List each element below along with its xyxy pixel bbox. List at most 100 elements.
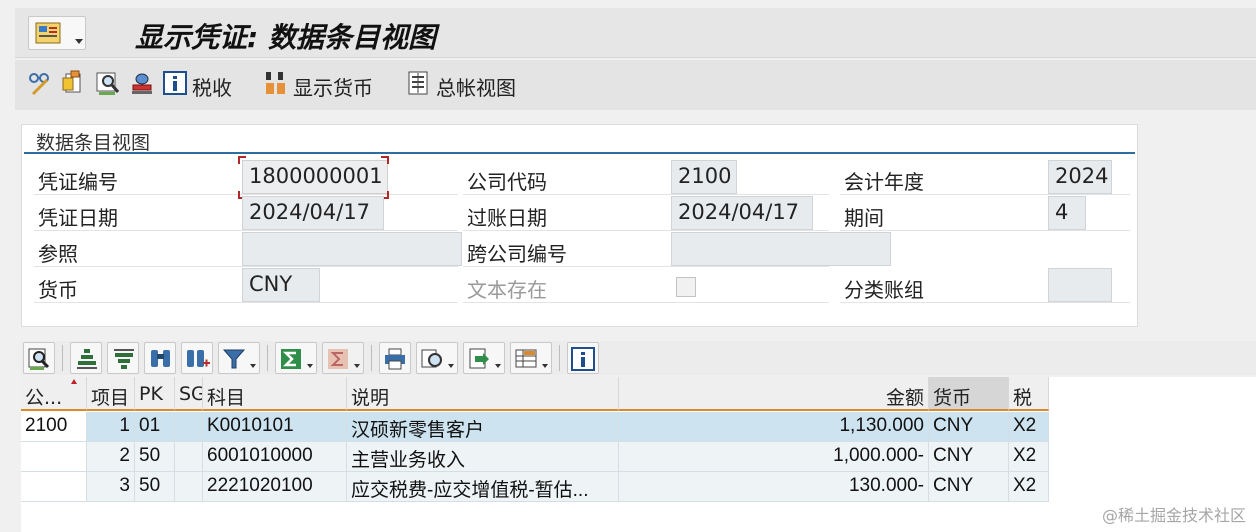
doc-number-field[interactable]: 1800000001 <box>242 160 388 194</box>
column-header-item[interactable]: 项目 <box>87 377 135 411</box>
posting-date-label: 过账日期 <box>467 206 547 230</box>
column-header-company[interactable]: 公... <box>21 377 87 411</box>
sort-descending-icon <box>114 349 134 369</box>
subtotal-icon <box>328 349 348 369</box>
text-exists-checkbox[interactable] <box>676 277 696 297</box>
find-button[interactable] <box>144 342 176 374</box>
cell-tax[interactable]: X2 <box>1009 472 1049 502</box>
chevron-down-icon <box>307 364 313 368</box>
info-icon <box>571 347 595 371</box>
cell-sg[interactable] <box>175 412 203 442</box>
ledger-group-label: 分类账组 <box>844 278 924 302</box>
stamp-icon[interactable] <box>129 68 155 98</box>
separator <box>62 345 63 371</box>
fiscal-year-label: 会计年度 <box>844 170 924 194</box>
display-currency-button[interactable]: 显示货币 <box>293 72 373 101</box>
sort-ascending-icon <box>77 349 97 369</box>
column-header-sg[interactable]: SG <box>175 377 203 411</box>
cell-sg[interactable] <box>175 442 203 472</box>
cross-company-field[interactable] <box>671 232 891 266</box>
cell-currency[interactable]: CNY <box>929 442 1009 472</box>
column-header-currency[interactable]: 货币 <box>929 377 1009 411</box>
cell-description[interactable]: 汉硕新零售客户 <box>347 412 619 442</box>
cell-item[interactable]: 3 <box>87 472 135 502</box>
binoculars-plus-icon <box>187 350 210 367</box>
line-items-grid: 公... 项目 PK SG 科目 说明 金额 货币 税 2100 1 01 K0… <box>21 377 1256 532</box>
system-menu-button[interactable] <box>28 16 86 50</box>
cell-account[interactable]: 2221020100 <box>203 472 347 502</box>
company-code-field[interactable]: 2100 <box>671 160 737 194</box>
cell-description[interactable]: 主营业务收入 <box>347 442 619 472</box>
cell-pk[interactable]: 50 <box>135 442 175 472</box>
ledger-view-button[interactable]: 总帐视图 <box>436 72 516 101</box>
cell-pk[interactable]: 50 <box>135 472 175 502</box>
chevron-down-icon <box>250 364 256 368</box>
cell-amount[interactable]: 1,000.000- <box>619 442 929 472</box>
cell-company[interactable] <box>21 472 87 502</box>
subtotal-button[interactable] <box>322 342 364 374</box>
cell-pk[interactable]: 01 <box>135 412 175 442</box>
column-header-pk[interactable]: PK <box>135 377 175 411</box>
separator <box>559 345 560 371</box>
cell-currency[interactable]: CNY <box>929 472 1009 502</box>
currency-field[interactable]: CNY <box>242 268 320 302</box>
cell-company[interactable]: 2100 <box>21 412 87 442</box>
header-label: 公... <box>25 387 63 409</box>
sort-ascending-button[interactable] <box>70 342 102 374</box>
column-header-amount[interactable]: 金额 <box>619 377 929 411</box>
cell-currency[interactable]: CNY <box>929 412 1009 442</box>
document-icon[interactable] <box>61 68 87 98</box>
find-next-button[interactable] <box>181 342 213 374</box>
layout-button[interactable] <box>510 342 552 374</box>
total-button[interactable] <box>275 342 317 374</box>
cell-description[interactable]: 应交税费-应交增值税-暂估... <box>347 472 619 502</box>
chevron-down-icon <box>495 364 501 368</box>
ledger-group-field[interactable] <box>1048 268 1112 302</box>
reference-label: 参照 <box>38 242 78 266</box>
separator <box>371 345 372 371</box>
views-button[interactable] <box>416 342 458 374</box>
period-field[interactable]: 4 <box>1048 196 1086 230</box>
cell-item[interactable]: 1 <box>87 412 135 442</box>
print-button[interactable] <box>379 342 411 374</box>
tax-button[interactable]: 税收 <box>192 72 232 101</box>
currency-columns-icon[interactable] <box>264 68 290 98</box>
company-code-label: 公司代码 <box>467 170 547 194</box>
details-icon <box>28 348 50 370</box>
reference-field[interactable] <box>242 232 462 266</box>
filter-button[interactable] <box>218 342 260 374</box>
cell-sg[interactable] <box>175 472 203 502</box>
glasses-edit-icon[interactable] <box>27 68 53 98</box>
display-search-icon[interactable] <box>95 68 121 98</box>
title-bar: 显示凭证: 数据条目视图 <box>15 8 1256 58</box>
info-icon[interactable] <box>163 68 189 98</box>
cell-company[interactable] <box>21 442 87 472</box>
chevron-down-icon <box>354 364 360 368</box>
cell-amount[interactable]: 130.000- <box>619 472 929 502</box>
fiscal-year-field[interactable]: 2024 <box>1048 160 1112 194</box>
details-button[interactable] <box>23 342 55 374</box>
focus-corner <box>381 156 389 164</box>
cell-account[interactable]: K0010101 <box>203 412 347 442</box>
ledger-icon[interactable] <box>407 68 433 98</box>
column-header-description[interactable]: 说明 <box>347 377 619 411</box>
doc-date-field[interactable]: 2024/04/17 <box>242 196 384 230</box>
focus-corner <box>238 156 246 164</box>
info-button[interactable] <box>567 342 599 374</box>
data-entry-panel: 数据条目视图 凭证编号 1800000001 公司代码 2100 会计年度 20… <box>21 124 1138 327</box>
layout-grid-icon <box>515 349 537 368</box>
sort-indicator-icon <box>71 379 77 384</box>
sort-descending-button[interactable] <box>107 342 139 374</box>
export-button[interactable] <box>463 342 505 374</box>
cell-tax[interactable]: X2 <box>1009 412 1049 442</box>
cell-tax[interactable]: X2 <box>1009 442 1049 472</box>
cell-account[interactable]: 6001010000 <box>203 442 347 472</box>
application-toolbar: 税收 显示货币 总帐视图 <box>15 60 1256 110</box>
chevron-down-icon <box>75 39 83 44</box>
column-header-account[interactable]: 科目 <box>203 377 347 411</box>
text-exists-label: 文本存在 <box>467 278 547 302</box>
posting-date-field[interactable]: 2024/04/17 <box>671 196 813 230</box>
cell-item[interactable]: 2 <box>87 442 135 472</box>
column-header-tax[interactable]: 税 <box>1009 377 1049 411</box>
cell-amount[interactable]: 1,130.000 <box>619 412 929 442</box>
